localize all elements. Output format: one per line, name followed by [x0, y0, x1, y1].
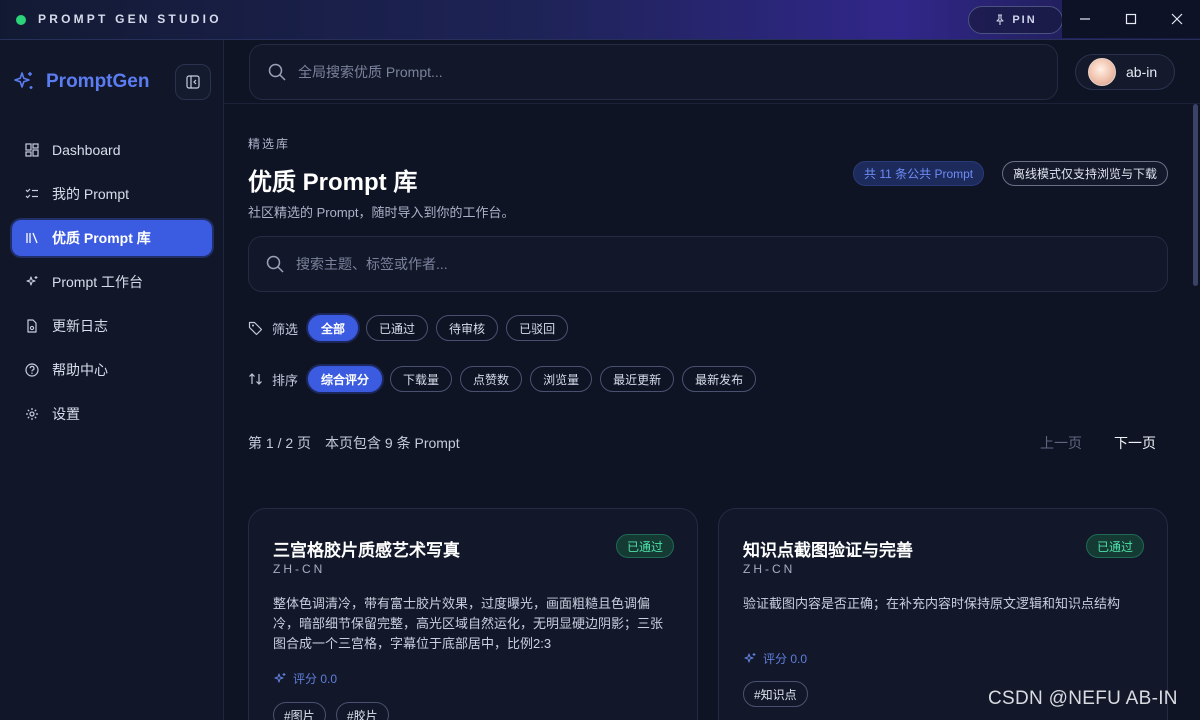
pin-icon [994, 14, 1006, 26]
sort-label-text: 排序 [272, 372, 299, 388]
status-dot [16, 15, 26, 25]
sparkles-icon [743, 652, 757, 666]
filter-chip-approved[interactable]: 已通过 [366, 315, 429, 341]
sidebar-item-label: 设置 [52, 406, 80, 422]
brand[interactable]: PromptGen [12, 70, 149, 94]
list-check-icon [24, 186, 40, 202]
pin-button[interactable]: PIN [968, 6, 1063, 34]
sidebar-item-label: 我的 Prompt [52, 186, 130, 202]
page-title: 优质 Prompt 库 [248, 169, 418, 196]
card-tag[interactable]: #图片 [273, 702, 326, 720]
card-rating-text: 评分 0.0 [293, 672, 338, 686]
sidebar: PromptGen Dashboard 我的 Prompt 优质 Prompt … [0, 40, 224, 720]
page-indicator: 第 1 / 2 页 [248, 435, 312, 451]
card-language: ZH-CN [273, 562, 326, 576]
pagination-info: 第 1 / 2 页本页包含 9 条 Prompt [248, 433, 460, 453]
sort-chip-likes[interactable]: 点赞数 [460, 366, 523, 392]
pin-label: PIN [1012, 14, 1037, 26]
card-description: 整体色调清冷，带有富士胶片效果，过度曝光，画面粗糙且色调偏冷，暗部细节保留完整，… [273, 596, 664, 651]
sidebar-item-label: 更新日志 [52, 318, 108, 334]
sort-chip-views[interactable]: 浏览量 [530, 366, 593, 392]
sidebar-item-label: 优质 Prompt 库 [52, 230, 151, 246]
avatar [1088, 58, 1116, 86]
global-search-input[interactable] [298, 64, 998, 80]
card-description: 验证截图内容是否正确；在补充内容时保持原文逻辑和知识点结构 [743, 596, 1121, 611]
sidebar-item-label: 帮助中心 [52, 362, 108, 378]
close-button[interactable] [1154, 0, 1200, 38]
library-search-input[interactable] [296, 256, 1096, 272]
sparkles-icon [24, 274, 40, 290]
sidebar-item-label: Prompt 工作台 [52, 274, 144, 290]
status-badge: 已通过 [616, 534, 675, 558]
filter-chip-all[interactable]: 全部 [308, 315, 359, 341]
sort-icon [248, 371, 264, 387]
filter-chip-pending[interactable]: 待审核 [436, 315, 499, 341]
page-item-count: 本页包含 9 条 Prompt [325, 435, 460, 451]
sort-chip-updated[interactable]: 最近更新 [600, 366, 675, 392]
maximize-button[interactable] [1108, 0, 1154, 38]
prompt-count-badge: 共 11 条公共 Prompt [853, 161, 985, 186]
close-icon [1171, 13, 1183, 25]
sidebar-item-label: Dashboard [52, 142, 121, 158]
card-tag[interactable]: #知识点 [743, 681, 808, 707]
gear-icon [24, 406, 40, 422]
sidebar-collapse-icon [186, 75, 200, 89]
library-search-bar[interactable] [248, 236, 1168, 292]
next-page-button[interactable]: 下一页 [1114, 433, 1156, 453]
card-title: 三宫格胶片质感艺术写真 [273, 541, 460, 560]
prompt-card[interactable]: 三宫格胶片质感艺术写真 ZH-CN 已通过 整体色调清冷，带有富士胶片效果，过度… [248, 508, 698, 720]
help-circle-icon [24, 362, 40, 378]
library-icon [24, 230, 40, 246]
filter-chip-rejected[interactable]: 已驳回 [506, 315, 569, 341]
sidebar-item-settings[interactable]: 设置 [12, 396, 212, 432]
filter-row: 筛选 全部 已通过 待审核 已驳回 [248, 315, 576, 341]
status-badge: 已通过 [1086, 534, 1145, 558]
sort-label: 排序 [248, 370, 298, 389]
sidebar-item-my-prompt[interactable]: 我的 Prompt [12, 176, 212, 212]
filter-label: 筛选 [248, 319, 298, 338]
sidebar-item-help[interactable]: 帮助中心 [12, 352, 212, 388]
search-icon [266, 255, 284, 273]
minimize-button[interactable] [1062, 0, 1108, 38]
brand-name: PromptGen [46, 71, 150, 92]
user-name: ab-in [1126, 64, 1158, 80]
card-language: ZH-CN [743, 562, 796, 576]
global-search-bar[interactable] [249, 44, 1058, 100]
card-title: 知识点截图验证与完善 [743, 541, 913, 560]
offline-mode-badge: 离线模式仅支持浏览与下载 [1002, 161, 1169, 186]
card-rating-text: 评分 0.0 [763, 652, 808, 666]
scrollbar-thumb[interactable] [1193, 104, 1198, 286]
search-icon [268, 63, 286, 81]
title-bar: PROMPT GEN STUDIO PIN [0, 0, 1200, 40]
watermark-text: CSDN @NEFU AB-IN [988, 688, 1178, 709]
sidebar-item-dashboard[interactable]: Dashboard [12, 132, 212, 168]
app-title: PROMPT GEN STUDIO [38, 12, 222, 26]
sort-chip-downloads[interactable]: 下载量 [390, 366, 453, 392]
sidebar-collapse-button[interactable] [175, 64, 211, 100]
prev-page-button[interactable]: 上一页 [1040, 433, 1082, 453]
page-subtitle: 社区精选的 Prompt，随时导入到你的工作台。 [248, 205, 515, 220]
page-eyebrow: 精选库 [248, 137, 291, 151]
sidebar-nav: Dashboard 我的 Prompt 优质 Prompt 库 Prompt 工… [12, 132, 212, 440]
sort-row: 排序 综合评分 下载量 点赞数 浏览量 最近更新 最新发布 [248, 366, 764, 392]
filter-label-text: 筛选 [272, 321, 299, 337]
user-menu[interactable]: ab-in [1075, 54, 1175, 90]
card-rating: 评分 0.0 [743, 650, 807, 667]
sidebar-item-changelog[interactable]: 更新日志 [12, 308, 212, 344]
card-rating: 评分 0.0 [273, 670, 337, 687]
sparkles-icon [273, 672, 287, 686]
sparkles-logo-icon [12, 70, 36, 94]
sidebar-item-workbench[interactable]: Prompt 工作台 [12, 264, 212, 300]
tag-icon [248, 320, 264, 336]
card-tag[interactable]: #胶片 [336, 702, 389, 720]
sort-chip-newest[interactable]: 最新发布 [682, 366, 757, 392]
minimize-icon [1079, 13, 1091, 25]
dashboard-icon [24, 142, 40, 158]
sidebar-item-library[interactable]: 优质 Prompt 库 [12, 220, 212, 256]
header-divider [224, 103, 1200, 104]
document-icon [24, 318, 40, 334]
maximize-icon [1125, 13, 1137, 25]
sort-chip-score[interactable]: 综合评分 [308, 366, 383, 392]
